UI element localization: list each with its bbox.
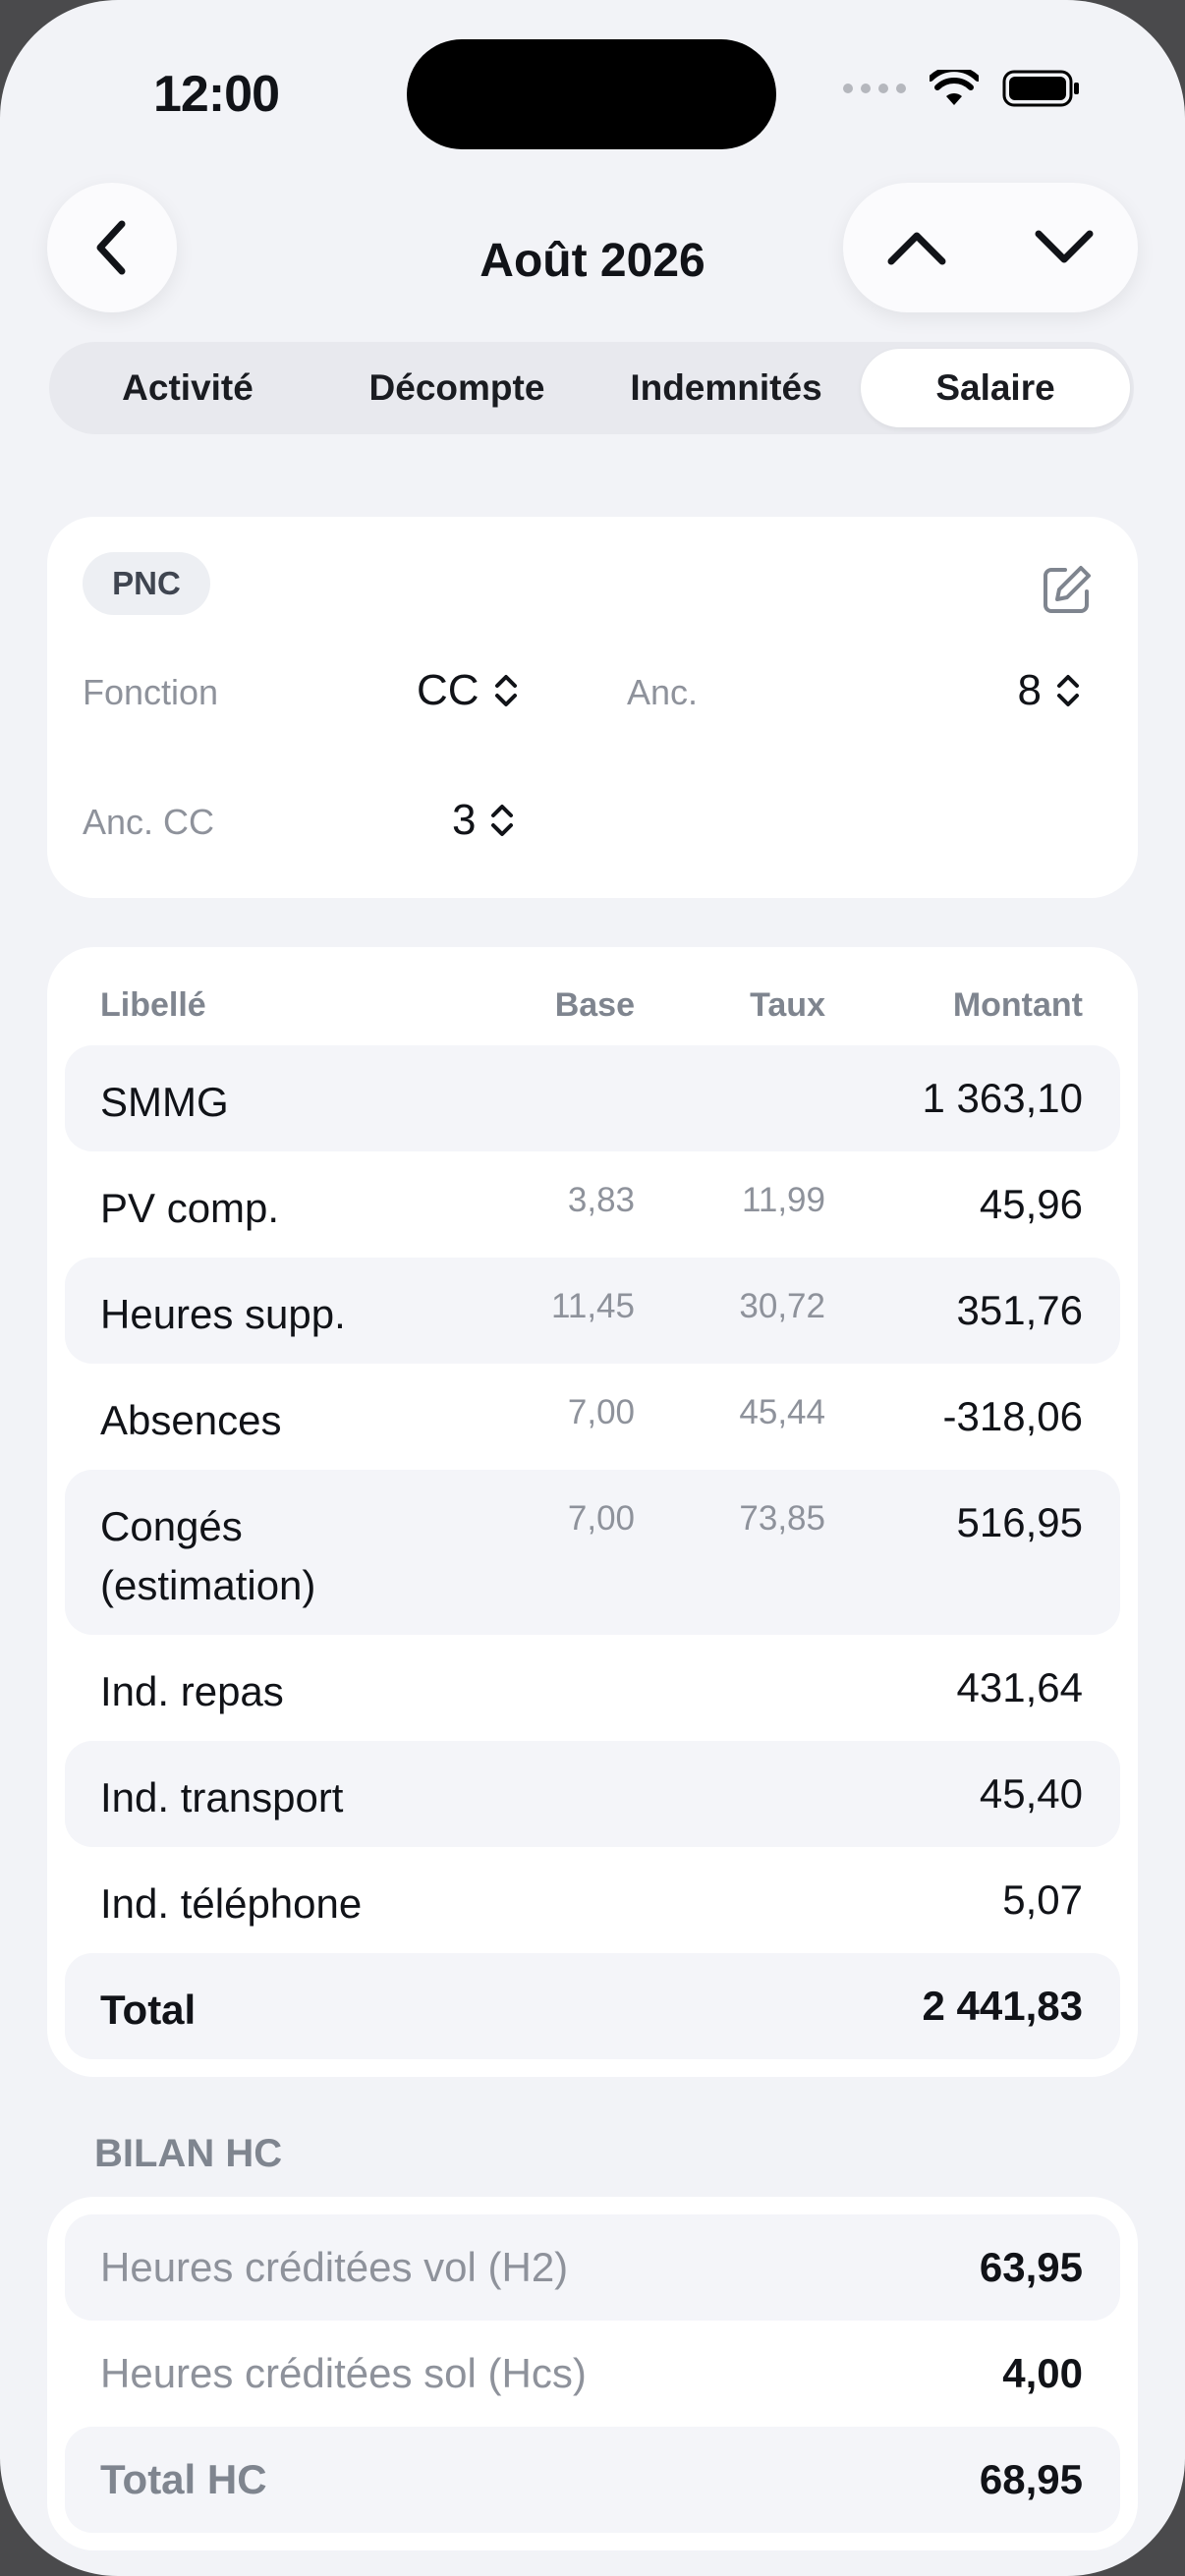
row-base: 11,45 [551,1287,635,1325]
next-month-button[interactable] [1005,198,1123,297]
up-down-chevron-icon [1057,675,1079,706]
row-rate: 73,85 [739,1499,825,1538]
table-row: Congés (estimation) 7,00 73,85 516,95 [65,1470,1120,1635]
row-label: Ind. téléphone [100,1880,363,1927]
role-badge: PNC [83,552,210,615]
section-title-bilan-hc: BILAN HC [94,2132,283,2175]
battery-icon [1002,70,1079,107]
table-row: Absences 7,00 45,44 -318,06 [65,1364,1120,1470]
row-label: Congés (estimation) [100,1503,316,1608]
table-row: Ind. transport 45,40 [65,1741,1120,1847]
column-header-base: Base [554,986,635,1024]
anciennete-cc-picker[interactable]: 3 [452,796,515,845]
table-row: PV comp. 3,83 11,99 45,96 [65,1151,1120,1258]
row-amount: 45,96 [979,1181,1083,1227]
row-label: Absences [100,1397,282,1443]
chevron-up-icon [887,232,946,265]
list-item: Heures créditées vol (H2) 63,95 [65,2214,1120,2321]
tab-activite[interactable]: Activité [53,349,322,427]
fonction-picker[interactable]: CC [417,666,519,715]
profile-card: PNC Fonction CC Anc. 8 Anc. CC 3 [47,517,1138,898]
phone-screen: 12:00 Août 2026 Activité Décompte Indemn… [0,0,1185,2576]
edit-icon [1044,566,1091,613]
column-header-rate: Taux [750,986,825,1024]
table-row: Ind. téléphone 5,07 [65,1847,1120,1953]
row-base: 7,00 [567,1499,635,1538]
anciennete-cc-label: Anc. CC [83,802,215,842]
edit-button[interactable] [1042,564,1093,620]
table-rows: SMMG 1 363,10 PV comp. 3,83 11,99 45,96 … [65,1045,1120,2059]
up-down-chevron-icon [494,675,517,706]
table-row: SMMG 1 363,10 [65,1045,1120,1151]
status-icons [843,69,1081,108]
column-header-label: Libellé [100,986,206,1024]
row-label: Ind. repas [100,1668,284,1714]
fonction-label: Fonction [83,672,219,712]
hc-label: Heures créditées vol (H2) [100,2244,569,2290]
anciennete-value: 8 [1017,666,1042,714]
dynamic-island [407,39,776,149]
row-amount: -318,06 [942,1393,1083,1439]
up-down-chevron-icon [491,805,514,836]
status-time: 12:00 [153,66,280,123]
total-amount: 2 441,83 [922,1983,1084,2029]
row-base: 3,83 [567,1181,635,1219]
hc-value: 4,00 [1002,2350,1083,2396]
row-label: SMMG [100,1079,229,1125]
anciennete-picker[interactable]: 8 [1018,666,1081,715]
row-base: 7,00 [567,1393,635,1431]
anciennete-cc-value: 3 [452,796,477,844]
row-amount: 431,64 [956,1664,1083,1710]
column-header-amount: Montant [952,986,1083,1024]
bilan-hc-rows: Heures créditées vol (H2) 63,95 Heures c… [65,2214,1120,2533]
row-amount: 516,95 [956,1499,1083,1545]
row-amount: 5,07 [1002,1876,1083,1923]
wifi-icon [930,70,979,105]
table-total-row: Total 2 441,83 [65,1953,1120,2059]
fonction-value: CC [417,666,480,714]
row-label: PV comp. [100,1185,280,1231]
row-amount: 351,76 [956,1287,1083,1333]
row-label: Heures supp. [100,1291,346,1337]
table-header: Libellé Base Taux Montant [47,947,1138,1034]
previous-month-button[interactable] [858,198,976,297]
table-row: Heures supp. 11,45 30,72 351,76 [65,1258,1120,1364]
hc-total-label: Total HC [100,2456,267,2502]
tab-decompte[interactable]: Décompte [322,349,592,427]
segmented-tabs: Activité Décompte Indemnités Salaire [49,342,1134,434]
hc-label: Heures créditées sol (Hcs) [100,2350,587,2396]
tab-salaire[interactable]: Salaire [861,349,1130,427]
row-label: Ind. transport [100,1774,344,1820]
hc-total-row: Total HC 68,95 [65,2427,1120,2533]
table-row: Ind. repas 431,64 [65,1635,1120,1741]
bilan-hc-card: Heures créditées vol (H2) 63,95 Heures c… [47,2197,1138,2550]
list-item: Heures créditées sol (Hcs) 4,00 [65,2321,1120,2427]
row-amount: 45,40 [979,1770,1083,1817]
row-rate: 45,44 [739,1393,825,1431]
row-rate: 11,99 [742,1181,825,1219]
hc-value: 63,95 [979,2244,1083,2290]
cellular-signal-icon [843,84,906,93]
chevron-down-icon [1035,230,1094,263]
row-rate: 30,72 [739,1287,825,1325]
total-label: Total [100,1987,197,2033]
salary-table-card: Libellé Base Taux Montant SMMG 1 363,10 … [47,947,1138,2077]
anciennete-label: Anc. [627,672,699,712]
month-stepper [843,183,1138,312]
row-amount: 1 363,10 [922,1075,1084,1121]
hc-total-value: 68,95 [979,2456,1083,2502]
tab-indemnites[interactable]: Indemnités [592,349,861,427]
